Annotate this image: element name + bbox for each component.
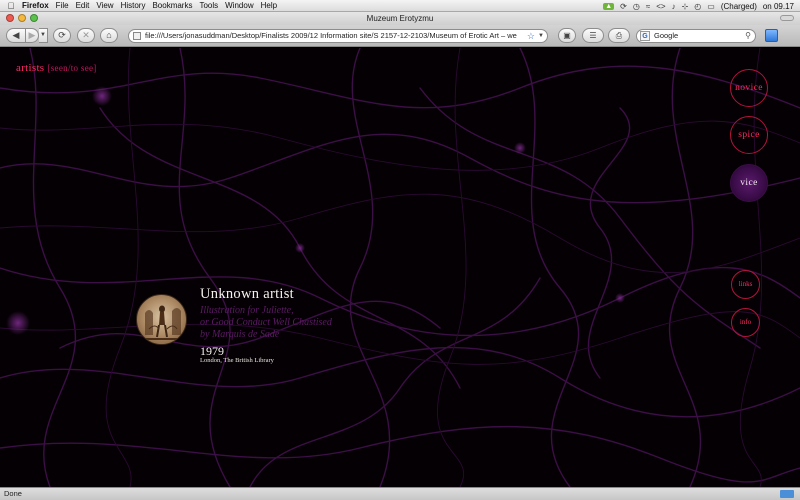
nav-spice-button[interactable]: spice [730, 116, 768, 154]
back-button[interactable]: ◀ [6, 28, 26, 43]
artwork-title-line-2: or Good Conduct Well Chastised [200, 317, 332, 328]
page-icon [133, 32, 141, 40]
window-titlebar: Muzeum Erotyzmu [0, 12, 800, 25]
downloads-button[interactable]: ☰ [582, 28, 604, 43]
toolbar-toggle-button[interactable] [780, 15, 794, 21]
minimize-window-button[interactable] [18, 14, 26, 22]
battery-icon[interactable]: ▭ [707, 2, 715, 11]
google-icon[interactable]: G [640, 31, 650, 41]
timemachine-icon[interactable]: ◴ [694, 2, 701, 11]
forward-button[interactable]: ▶ [25, 28, 39, 43]
screenshot-button[interactable]: ▣ [558, 28, 576, 43]
home-button[interactable]: ⌂ [100, 28, 118, 43]
print-button[interactable]: ⎙ [608, 28, 630, 43]
artist-name: Unknown artist [200, 286, 295, 302]
artwork-location: London, The British Library [200, 357, 274, 364]
menu-window[interactable]: Window [225, 1, 260, 10]
sync-icon[interactable]: ⟳ [620, 2, 627, 11]
search-placeholder: Google [654, 31, 679, 40]
search-input[interactable]: G Google ⚲ [636, 29, 756, 43]
logo-artists[interactable]: artists [16, 62, 44, 74]
browser-toolbar: ◀ ▶ ▼ ⟳ ✕ ⌂ file:///Users/jonasuddman/De… [0, 25, 800, 47]
menu-app-firefox[interactable]: Firefox [22, 1, 56, 10]
menu-tools[interactable]: Tools [199, 1, 225, 10]
nav-links-button[interactable]: links [731, 270, 760, 299]
reload-button[interactable]: ⟳ [53, 28, 71, 43]
menu-help[interactable]: Help [261, 1, 284, 10]
menu-history[interactable]: History [121, 1, 153, 10]
artwork-thumbnail[interactable] [136, 294, 187, 345]
bluetooth-icon[interactable]: ⊹ [682, 2, 689, 11]
site-logo[interactable]: artists [seen/to see] [16, 62, 97, 74]
menu-clock[interactable]: on 09.17 [763, 2, 794, 11]
bookmark-star-icon[interactable]: ☆ [527, 30, 535, 42]
nav-info-button[interactable]: info [731, 308, 760, 337]
close-window-button[interactable] [6, 14, 14, 22]
status-tray: ▲ ⟳ ◷ ≈ <> ♪ ⊹ ◴ ▭ (Charged) on 09.17 [603, 0, 794, 12]
artwork-title-line-1: Illustration for Juliette, [200, 305, 294, 316]
logo-seen-to-see[interactable]: [seen/to see] [47, 63, 96, 73]
evernote-icon[interactable]: ▲ [603, 2, 615, 10]
code-icon[interactable]: <> [656, 2, 665, 11]
apple-menu-icon[interactable]:  [0, 1, 22, 11]
status-addon-icon[interactable] [780, 490, 794, 498]
artwork-title[interactable]: Illustration for Juliette, or Good Condu… [200, 305, 360, 341]
nav-vice-button[interactable]: vice [730, 164, 768, 202]
wifi-icon[interactable]: ≈ [646, 2, 650, 11]
battery-status[interactable]: (Charged) [721, 2, 757, 11]
clock-icon[interactable]: ◷ [633, 2, 640, 11]
url-bar[interactable]: file:///Users/jonasuddman/Desktop/Finali… [128, 29, 548, 43]
artwork-title-line-3: by Marquis de Sade [200, 329, 280, 340]
artwork-engraving-image [143, 305, 182, 340]
menu-bookmarks[interactable]: Bookmarks [152, 1, 199, 10]
browser-statusbar: Done [0, 487, 800, 500]
menu-edit[interactable]: Edit [76, 1, 97, 10]
nav-novice-button[interactable]: novice [730, 69, 768, 107]
menu-bar:  Firefox File Edit View History Bookmar… [0, 0, 800, 12]
volume-icon[interactable]: ♪ [672, 2, 676, 11]
addon-icon[interactable] [765, 29, 778, 42]
status-text: Done [4, 489, 22, 498]
menu-view[interactable]: View [96, 1, 120, 10]
search-icon[interactable]: ⚲ [745, 30, 751, 42]
traffic-lights [6, 14, 38, 22]
url-dropdown-icon[interactable]: ▼ [538, 30, 544, 42]
window-title: Muzeum Erotyzmu [366, 14, 434, 23]
history-dropdown-button[interactable]: ▼ [39, 28, 48, 43]
neural-network-background [0, 48, 800, 487]
menu-file[interactable]: File [56, 1, 76, 10]
url-text[interactable]: file:///Users/jonasuddman/Desktop/Finali… [145, 31, 517, 40]
page-content: artists [seen/to see] novice spice vice … [0, 48, 800, 487]
stop-button[interactable]: ✕ [77, 28, 95, 43]
zoom-window-button[interactable] [30, 14, 38, 22]
